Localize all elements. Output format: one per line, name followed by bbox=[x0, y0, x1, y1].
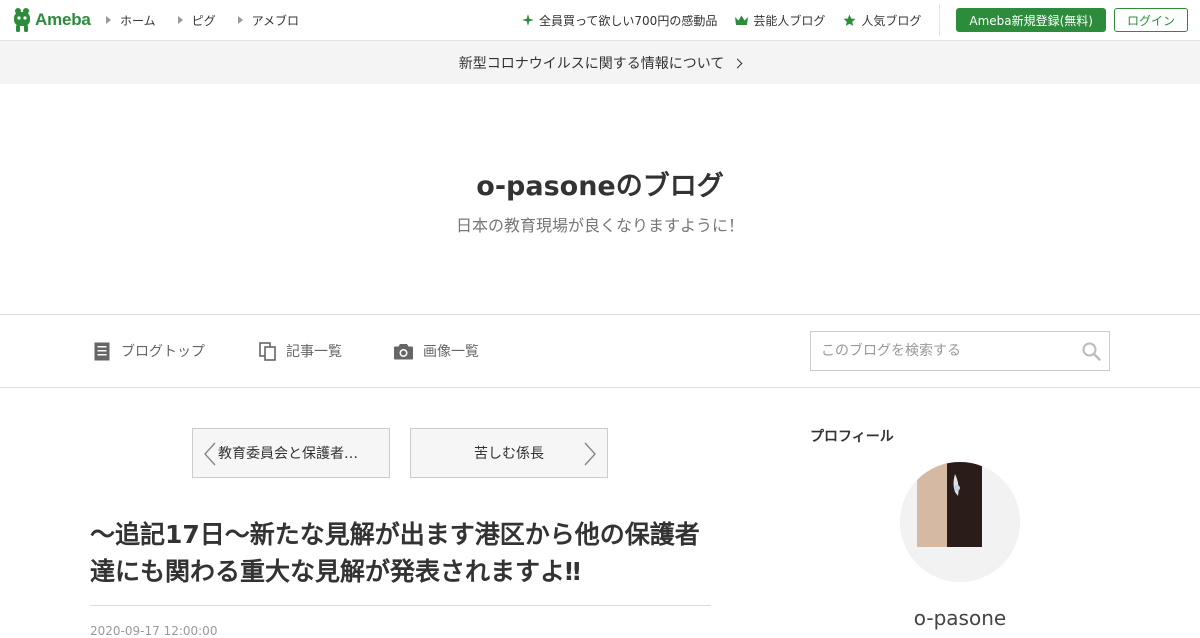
search-icon[interactable] bbox=[1082, 342, 1101, 365]
prev-entry-button[interactable]: 教育委員会と保護者… bbox=[192, 428, 390, 478]
blog-nav-top[interactable]: ブログトップ bbox=[94, 315, 205, 387]
blog-nav-label: ブログトップ bbox=[121, 344, 205, 360]
blog-nav-images[interactable]: 画像一覧 bbox=[394, 315, 479, 387]
star-icon bbox=[843, 14, 856, 27]
blog-description: 日本の教育現場が良くなりますように！ bbox=[455, 216, 744, 235]
article-title[interactable]: 〜追記17日〜新たな見解が出ます港区から他の保護者達にも関わる重大な見解が発表さ… bbox=[90, 516, 710, 590]
register-button[interactable]: Ameba新規登録(無料) bbox=[956, 8, 1106, 32]
chevron-left-icon bbox=[203, 442, 217, 470]
logo-text: Ameba bbox=[35, 10, 91, 29]
caret-right-icon bbox=[237, 16, 243, 24]
profile-name[interactable]: o-pasone bbox=[810, 606, 1110, 630]
nav-link-ameblo[interactable]: アメブロ bbox=[237, 12, 300, 29]
next-entry-button[interactable]: 苦しむ係長 bbox=[410, 428, 608, 478]
login-button[interactable]: ログイン bbox=[1113, 8, 1188, 32]
copy-icon bbox=[259, 341, 276, 361]
promo-link-label: 芸能人ブログ bbox=[753, 13, 826, 28]
covid-notice-link[interactable]: 新型コロナウイルスに関する情報について bbox=[0, 41, 1200, 84]
header-divider bbox=[939, 4, 941, 36]
blog-nav-label: 記事一覧 bbox=[286, 344, 342, 360]
crown-icon bbox=[735, 15, 749, 26]
caret-right-icon bbox=[177, 16, 183, 24]
promo-link-gift[interactable]: 全員買って欲しい700円の感動品 bbox=[522, 12, 717, 29]
article-divider bbox=[90, 605, 711, 606]
profile-heading: プロフィール bbox=[810, 429, 894, 445]
nav-link-label: ピグ bbox=[191, 13, 216, 28]
avatar-photo bbox=[900, 462, 1020, 582]
document-icon bbox=[94, 342, 111, 361]
notice-text: 新型コロナウイルスに関する情報について bbox=[458, 55, 725, 72]
nav-link-home[interactable]: ホーム bbox=[106, 12, 156, 29]
ameba-logo[interactable]: Ameba bbox=[12, 7, 91, 33]
nav-link-label: アメブロ bbox=[251, 13, 300, 28]
article-date: 2020-09-17 12:00:00 bbox=[90, 624, 218, 638]
sparkle-icon bbox=[522, 14, 535, 26]
caret-right-icon bbox=[106, 16, 111, 24]
promo-link-label: 全員買って欲しい700円の感動品 bbox=[539, 13, 718, 28]
promo-link-popular-blog[interactable]: 人気ブログ bbox=[843, 12, 921, 29]
nav-link-pigg[interactable]: ピグ bbox=[177, 12, 216, 29]
blog-nav-label: 画像一覧 bbox=[423, 344, 479, 360]
blog-nav-entries[interactable]: 記事一覧 bbox=[259, 315, 342, 387]
blog-nav: ブログトップ 記事一覧 画像一覧 bbox=[0, 314, 1200, 388]
blog-search-input[interactable] bbox=[811, 332, 1071, 370]
blog-title[interactable]: o-pasoneのブログ bbox=[0, 164, 1200, 203]
camera-icon bbox=[394, 343, 413, 360]
global-header: Ameba ホーム ピグ アメブロ 全員買って欲しい700円の感動品 芸能人ブロ… bbox=[0, 0, 1200, 41]
promo-link-celebrity-blog[interactable]: 芸能人ブログ bbox=[735, 12, 825, 29]
chevron-right-icon bbox=[732, 58, 743, 68]
next-entry-label: 苦しむ係長 bbox=[474, 446, 544, 462]
nav-link-label: ホーム bbox=[120, 13, 156, 28]
ameba-mascot-icon bbox=[12, 7, 32, 33]
header-actions: 全員買って欲しい700円の感動品 芸能人ブログ 人気ブログ Ameba新規登録(… bbox=[522, 0, 1200, 40]
chevron-right-icon bbox=[583, 442, 597, 470]
promo-link-label: 人気ブログ bbox=[861, 13, 922, 28]
global-nav: ホーム ピグ アメブロ bbox=[106, 0, 321, 40]
prev-entry-label: 教育委員会と保護者… bbox=[218, 446, 358, 462]
blog-search bbox=[810, 331, 1110, 371]
avatar[interactable] bbox=[900, 462, 1020, 582]
blog-header: o-pasoneのブログ 日本の教育現場が良くなりますように！ bbox=[0, 84, 1200, 314]
